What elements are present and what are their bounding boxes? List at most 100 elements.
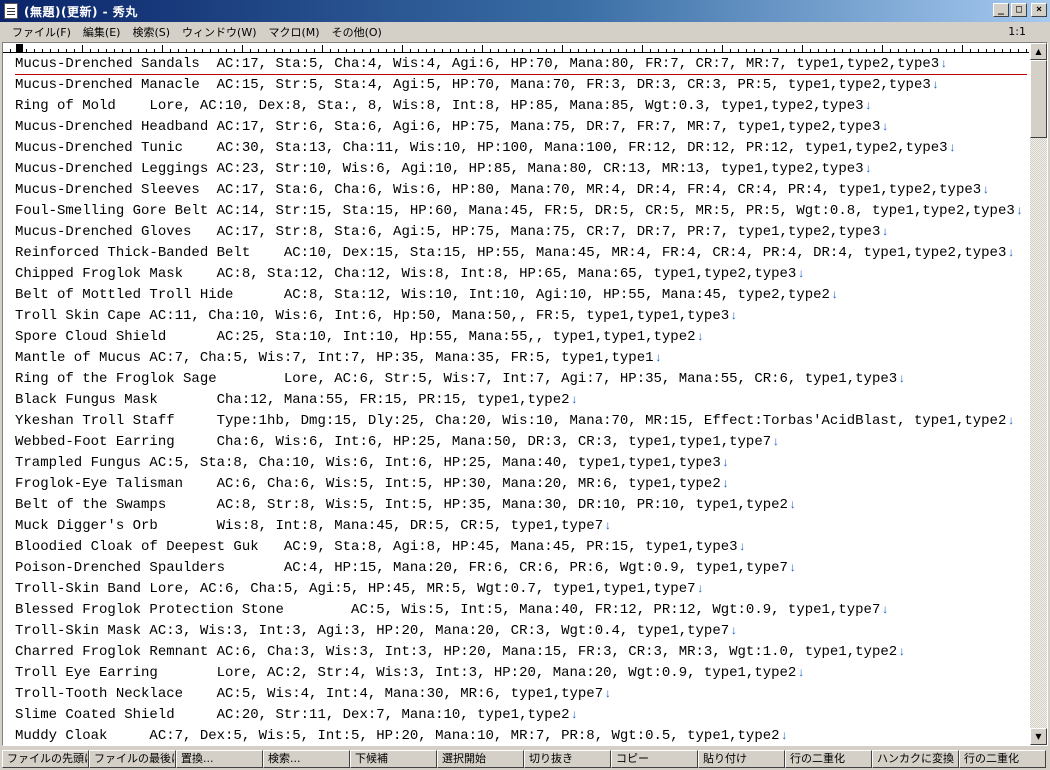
title-bar[interactable]: (無題)(更新) - 秀丸 _ □ × [0,0,1050,22]
text-line[interactable]: Trampled Fungus AC:5, Sta:8, Cha:10, Wis… [15,453,1027,474]
function-key-button-f5[interactable]: 下候補 [350,750,437,768]
text-line[interactable]: Belt of the Swamps AC:8, Str:8, Wis:5, I… [15,495,1027,516]
newline-mark-icon: ↓ [696,582,704,596]
newline-mark-icon: ↓ [797,666,805,680]
function-key-button-f4[interactable]: 検索... [263,750,350,768]
ruler-caret-marker [16,44,23,52]
text-line[interactable]: Mucus-Drenched Manacle AC:15, Str:5, Sta… [15,75,1027,96]
function-key-button-f3[interactable]: 置換... [176,750,263,768]
text-line[interactable]: Foul-Smelling Gore Belt AC:14, Str:15, S… [15,201,1027,222]
function-key-button-f6[interactable]: 選択開始 [437,750,524,768]
line-text: Blessed Froglok Protection Stone AC:5, W… [15,602,881,618]
text-line[interactable]: Chipped Froglok Mask AC:8, Sta:12, Cha:1… [15,264,1027,285]
line-text: Ring of Mold Lore, AC:10, Dex:8, Sta:, 8… [15,98,864,114]
function-key-button-f8[interactable]: コピー [611,750,698,768]
text-line[interactable]: Spore Cloud Shield AC:25, Sta:10, Int:10… [15,327,1027,348]
newline-mark-icon: ↓ [881,120,889,134]
menu-file[interactable]: ファイル(F) [6,24,77,40]
text-line[interactable]: Webbed-Foot Earring Cha:6, Wis:6, Int:6,… [15,432,1027,453]
text-line[interactable]: Ykeshan Troll Staff Type:1hb, Dmg:15, Dl… [15,411,1027,432]
text-editor[interactable]: Mucus-Drenched Sandals AC:17, Sta:5, Cha… [3,43,1029,745]
menu-other[interactable]: その他(O) [326,24,388,40]
function-key-bar: ファイルの先頭に移ファイルの最後に移置換...検索...下候補選択開始切り抜きコ… [0,748,1050,770]
text-line[interactable]: Froglok-Eye Talisman AC:6, Cha:6, Wis:5,… [15,474,1027,495]
function-key-button-f1[interactable]: ファイルの先頭に移 [2,750,89,768]
line-text: Trampled Fungus AC:5, Sta:8, Cha:10, Wis… [15,455,721,471]
newline-mark-icon: ↓ [797,267,805,281]
newline-mark-icon: ↓ [864,162,872,176]
newline-mark-icon: ↓ [696,330,704,344]
text-line[interactable]: Blessed Froglok Protection Stone AC:5, W… [15,600,1027,621]
text-line[interactable]: Ring of Mold Lore, AC:10, Dex:8, Sta:, 8… [15,96,1027,117]
newline-mark-icon: ↓ [570,708,578,722]
text-line[interactable]: Mucus-Drenched Gloves AC:17, Str:8, Sta:… [15,222,1027,243]
newline-mark-icon: ↓ [570,393,578,407]
menu-macro[interactable]: マクロ(M) [263,24,326,40]
line-text: Chipped Froglok Mask AC:8, Sta:12, Cha:1… [15,266,797,282]
menu-search[interactable]: 検索(S) [126,24,176,40]
function-key-button-f11[interactable]: ハンカクに変換 [872,750,959,768]
menu-edit[interactable]: 編集(E) [77,24,127,40]
text-line[interactable]: Black Fungus Mask Cha:12, Mana:55, FR:15… [15,390,1027,411]
text-line[interactable]: Muddy Cloak AC:7, Dex:5, Wis:5, Int:5, H… [15,726,1027,745]
text-line[interactable]: Mucus-Drenched Leggings AC:23, Str:10, W… [15,159,1027,180]
cursor-position: 1:1 [1008,25,1026,38]
newline-mark-icon: ↓ [730,309,738,323]
newline-mark-icon: ↓ [1007,414,1015,428]
text-line[interactable]: Mucus-Drenched Headband AC:17, Str:6, St… [15,117,1027,138]
line-text: Mucus-Drenched Headband AC:17, Str:6, St… [15,119,881,135]
newline-mark-icon: ↓ [738,540,746,554]
newline-mark-icon: ↓ [881,603,889,617]
function-key-button-f10[interactable]: 行の二重化 [785,750,872,768]
text-line[interactable]: Ring of the Froglok Sage Lore, AC:6, Str… [15,369,1027,390]
text-lines[interactable]: Mucus-Drenched Sandals AC:17, Sta:5, Cha… [15,54,1027,745]
line-text: Muddy Cloak AC:7, Dex:5, Wis:5, Int:5, H… [15,728,780,744]
text-line[interactable]: Troll Skin Cape AC:11, Cha:10, Wis:6, In… [15,306,1027,327]
text-line[interactable]: Muck Digger's Orb Wis:8, Int:8, Mana:45,… [15,516,1027,537]
newline-mark-icon: ↓ [948,141,956,155]
menu-window[interactable]: ウィンドウ(W) [176,24,262,40]
editor-frame: Mucus-Drenched Sandals AC:17, Sta:5, Cha… [2,42,1048,746]
function-key-button-f7[interactable]: 切り抜き [524,750,611,768]
function-key-button-f9[interactable]: 貼り付け [698,750,785,768]
text-line[interactable]: Troll-Skin Band Lore, AC:6, Cha:5, Agi:5… [15,579,1027,600]
line-text: Mucus-Drenched Leggings AC:23, Str:10, W… [15,161,864,177]
close-button[interactable]: × [1031,3,1047,17]
text-line[interactable]: Troll Eye Earring Lore, AC:2, Str:4, Wis… [15,663,1027,684]
scrollbar-thumb[interactable] [1030,60,1047,138]
line-text: Mucus-Drenched Manacle AC:15, Str:5, Sta… [15,77,931,93]
function-key-button-f2[interactable]: ファイルの最後に移 [89,750,176,768]
line-text: Ykeshan Troll Staff Type:1hb, Dmg:15, Dl… [15,413,1007,429]
vertical-scrollbar[interactable]: ▲ ▼ [1030,43,1047,745]
scroll-down-button[interactable]: ▼ [1030,728,1047,745]
line-text: Foul-Smelling Gore Belt AC:14, Str:15, S… [15,203,1015,219]
text-line[interactable]: Mucus-Drenched Sleeves AC:17, Sta:6, Cha… [15,180,1027,201]
maximize-button[interactable]: □ [1011,3,1027,17]
text-line[interactable]: Slime Coated Shield AC:20, Str:11, Dex:7… [15,705,1027,726]
line-text: Troll Skin Cape AC:11, Cha:10, Wis:6, In… [15,308,730,324]
text-line[interactable]: Mucus-Drenched Tunic AC:30, Sta:13, Cha:… [15,138,1027,159]
line-text: Mucus-Drenched Sleeves AC:17, Sta:6, Cha… [15,182,982,198]
text-line[interactable]: Charred Froglok Remnant AC:6, Cha:3, Wis… [15,642,1027,663]
line-text: Bloodied Cloak of Deepest Guk AC:9, Sta:… [15,539,738,555]
minimize-button[interactable]: _ [993,3,1009,17]
newline-mark-icon: ↓ [788,498,797,512]
text-line[interactable]: Belt of Mottled Troll Hide AC:8, Sta:12,… [15,285,1027,306]
document-icon [4,3,18,19]
menu-bar: ファイル(F) 編集(E) 検索(S) ウィンドウ(W) マクロ(M) その他(… [0,22,1050,41]
text-line[interactable]: Mantle of Mucus AC:7, Cha:5, Wis:7, Int:… [15,348,1027,369]
line-text: Belt of Mottled Troll Hide AC:8, Sta:12,… [15,287,830,303]
function-key-button-f12[interactable]: 行の二重化 [959,750,1046,768]
line-text: Poison-Drenched Spaulders AC:4, HP:15, M… [15,560,788,576]
text-line[interactable]: Reinforced Thick-Banded Belt AC:10, Dex:… [15,243,1027,264]
text-line[interactable]: Troll-Skin Mask AC:3, Wis:3, Int:3, Agi:… [15,621,1027,642]
scroll-up-button[interactable]: ▲ [1030,43,1047,60]
text-line[interactable]: Bloodied Cloak of Deepest Guk AC:9, Sta:… [15,537,1027,558]
text-line[interactable]: Poison-Drenched Spaulders AC:4, HP:15, M… [15,558,1027,579]
newline-mark-icon: ↓ [772,435,780,449]
text-line[interactable]: Mucus-Drenched Sandals AC:17, Sta:5, Cha… [15,54,1027,75]
newline-mark-icon: ↓ [604,519,612,533]
newline-mark-icon: ↓ [604,687,612,701]
line-text: Charred Froglok Remnant AC:6, Cha:3, Wis… [15,644,898,660]
text-line[interactable]: Troll-Tooth Necklace AC:5, Wis:4, Int:4,… [15,684,1027,705]
